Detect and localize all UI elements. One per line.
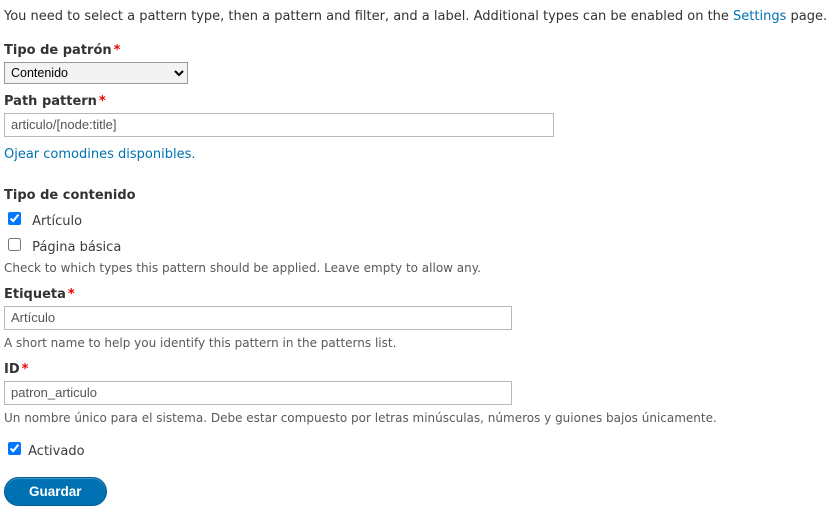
required-marker: * xyxy=(114,43,121,58)
intro-before: You need to select a pattern type, then … xyxy=(4,9,733,24)
save-button[interactable]: Guardar xyxy=(4,477,107,506)
id-input[interactable] xyxy=(4,381,512,405)
content-type-pagina-label: Página básica xyxy=(32,240,121,255)
content-type-articulo-checkbox[interactable] xyxy=(8,212,21,225)
path-pattern-input[interactable] xyxy=(4,113,554,137)
content-type-description: Check to which types this pattern should… xyxy=(4,261,833,275)
browse-tokens-link[interactable]: Ojear comodines disponibles. xyxy=(4,147,195,162)
pattern-type-label: Tipo de patrón* xyxy=(4,43,833,58)
intro-text: You need to select a pattern type, then … xyxy=(4,8,833,27)
enabled-label: Activado xyxy=(28,444,84,459)
required-marker: * xyxy=(99,94,106,109)
etiqueta-description: A short name to help you identify this p… xyxy=(4,336,833,350)
intro-after: page. xyxy=(786,9,827,24)
path-pattern-label: Path pattern* xyxy=(4,94,833,109)
etiqueta-input[interactable] xyxy=(4,306,512,330)
id-label: ID* xyxy=(4,362,833,377)
enabled-checkbox[interactable] xyxy=(8,442,21,455)
required-marker: * xyxy=(22,362,29,377)
etiqueta-label: Etiqueta* xyxy=(4,287,833,302)
id-description: Un nombre único para el sistema. Debe es… xyxy=(4,411,833,425)
settings-link[interactable]: Settings xyxy=(733,9,786,24)
pattern-type-select[interactable]: Contenido xyxy=(4,62,188,84)
content-type-label: Tipo de contenido xyxy=(4,188,833,203)
content-type-pagina-checkbox[interactable] xyxy=(8,238,21,251)
required-marker: * xyxy=(68,287,75,302)
content-type-articulo-label: Artículo xyxy=(32,214,82,229)
